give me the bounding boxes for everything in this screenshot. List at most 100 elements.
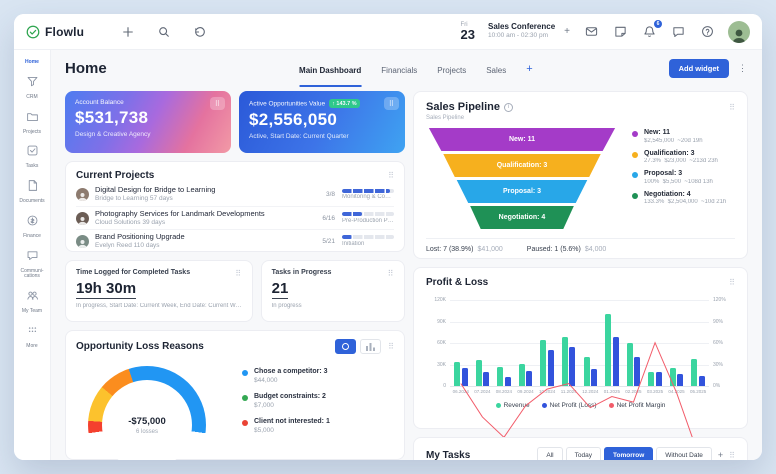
task-filter-tomorrow[interactable]: Tomorrow	[604, 447, 653, 460]
chart-legend-item[interactable]: Revenue	[496, 402, 530, 409]
project-stage-label: Monitoring & Cont…	[342, 194, 394, 200]
loss-gauge-chart[interactable]: -$75,000 6 losses	[76, 360, 226, 452]
more-options-icon[interactable]: ⋮	[738, 63, 748, 74]
chat-icon[interactable]	[670, 24, 686, 40]
sidebar-item-home[interactable]: Home	[14, 54, 50, 71]
legend-stats: 100% $5,500 ~108d 13h	[644, 179, 713, 185]
drag-handle-icon[interactable]: ⠿	[383, 267, 398, 280]
add-widget-button[interactable]: Add widget	[669, 59, 729, 78]
task-filter-today[interactable]: Today	[566, 447, 601, 460]
project-row[interactable]: Digital Design for Bridge to LearningBri…	[76, 183, 394, 206]
bar-group[interactable]	[584, 300, 598, 386]
legend-label: New: 11	[644, 129, 703, 136]
profit-loss-chart[interactable]: 120K120%90K90%60K60%30K30%00%	[450, 300, 709, 386]
card-title: Opportunity Loss Reasons	[76, 341, 204, 352]
legend-dot	[242, 370, 248, 376]
pipeline-legend-item[interactable]: New: 11$2,545,000 ~20d 19h	[632, 129, 735, 144]
account-balance-card[interactable]: Account Balance $531,738 Design & Creati…	[65, 91, 231, 153]
tab-projects[interactable]: Projects	[437, 53, 466, 87]
chart-legend-item[interactable]: Net Profit (Loss)	[542, 402, 597, 409]
project-title: Brand Positioning Upgrade	[95, 232, 316, 242]
pipeline-legend-item[interactable]: Negotiation: 4133.3% $2,504,000 ~10d 21h	[632, 191, 735, 206]
info-icon[interactable]: i	[504, 103, 513, 112]
drag-handle-icon[interactable]: ⠿	[384, 97, 399, 110]
bar-group[interactable]	[648, 300, 662, 386]
drag-handle-icon[interactable]: ⠿	[729, 451, 735, 460]
bar-group[interactable]	[540, 300, 554, 386]
bar-group[interactable]	[519, 300, 533, 386]
tab-financials[interactable]: Financials	[381, 53, 417, 87]
loss-legend-item[interactable]: Chose a competitor: 3$44,000	[242, 368, 394, 384]
drag-handle-icon[interactable]: ⠿	[388, 171, 394, 180]
bar-group[interactable]	[670, 300, 684, 386]
mail-icon[interactable]	[583, 24, 599, 40]
sidebar-item-communi-cations[interactable]: Communi- cations	[14, 245, 50, 286]
more-icon	[26, 324, 39, 342]
sidebar-item-tasks[interactable]: Tasks	[14, 140, 50, 175]
drag-handle-icon[interactable]: ⠿	[729, 278, 735, 287]
bar-revenue	[648, 372, 654, 386]
sidebar-item-projects[interactable]: Projects	[14, 106, 50, 141]
bar-group[interactable]	[497, 300, 511, 386]
donut-view-toggle[interactable]	[335, 339, 356, 354]
drag-handle-icon[interactable]: ⠿	[210, 97, 225, 110]
bar-view-toggle[interactable]	[360, 339, 381, 354]
growth-badge: ↑ 143.7 %	[329, 99, 359, 108]
y-axis-label-right: 30%	[713, 362, 735, 368]
bar-group[interactable]	[562, 300, 576, 386]
sidebar-item-crm[interactable]: CRM	[14, 71, 50, 106]
calendar-date[interactable]: Fri 23	[461, 22, 475, 41]
drag-handle-icon[interactable]: ⠿	[231, 267, 246, 280]
bar-group[interactable]	[605, 300, 619, 386]
loss-legend-item[interactable]: Budget constraints: 2$7,000	[242, 393, 394, 409]
card-caption: In progress, Start Date: Current Week, E…	[76, 303, 242, 309]
user-avatar[interactable]	[728, 21, 750, 43]
legend-text: New: 11$2,545,000 ~20d 19h	[644, 129, 703, 144]
drag-handle-icon[interactable]: ⠿	[388, 342, 394, 351]
legend-text: Client not interested: 1$5,000	[254, 418, 330, 434]
bar-group[interactable]	[454, 300, 468, 386]
project-row[interactable]: Brand Positioning UpgradeEvelyn Reed 110…	[76, 229, 394, 252]
project-row[interactable]: Photography Services for Landmark Develo…	[76, 206, 394, 229]
notes-icon[interactable]	[612, 24, 628, 40]
task-filter-without-date[interactable]: Without Date	[656, 447, 712, 460]
help-icon[interactable]	[699, 24, 715, 40]
task-filter-all[interactable]: All	[537, 447, 562, 460]
x-axis-label: 03.2025	[644, 389, 666, 394]
bar-net-profit-loss-	[483, 372, 489, 386]
kpi-value: $2,556,050	[249, 110, 395, 130]
bar-revenue	[605, 314, 611, 386]
project-progress: Monitoring & Cont…	[342, 189, 394, 201]
opportunities-value-card[interactable]: Active Opportunities Value↑ 143.7 % $2,5…	[239, 91, 405, 153]
create-plus-icon[interactable]	[120, 24, 136, 40]
add-tab-plus-icon[interactable]: +	[526, 53, 532, 87]
sidebar-item-more[interactable]: More	[14, 320, 50, 355]
funnel-stage-2[interactable]: Qualification: 3	[426, 154, 618, 177]
app-logo[interactable]: Flowlu	[26, 25, 84, 39]
add-event-plus-icon[interactable]: +	[564, 26, 570, 37]
notifications-bell-icon[interactable]: 6	[641, 24, 657, 40]
add-filter-plus-icon[interactable]: +	[718, 450, 723, 460]
time-logged-card[interactable]: Time Logged for Completed Tasks 19h 30m …	[65, 260, 253, 322]
tab-sales[interactable]: Sales	[486, 53, 506, 87]
bar-group[interactable]	[627, 300, 641, 386]
bar-net-profit-loss-	[591, 369, 597, 386]
pipeline-legend-item[interactable]: Proposal: 3100% $5,500 ~108d 13h	[632, 170, 735, 185]
search-icon[interactable]	[156, 24, 172, 40]
tab-main-dashboard[interactable]: Main Dashboard	[299, 53, 361, 87]
calendar-event[interactable]: Sales Conference 10:00 am - 02:30 pm	[488, 22, 555, 40]
chart-legend-item[interactable]: Net Profit Margin	[609, 402, 666, 409]
sidebar-item-finance[interactable]: Finance	[14, 210, 50, 245]
funnel-stage-3[interactable]: Proposal: 3	[426, 180, 618, 203]
pipeline-legend-item[interactable]: Qualification: 327.3% $23,000 ~213d 23h	[632, 150, 735, 165]
bar-group[interactable]	[691, 300, 705, 386]
tasks-in-progress-card[interactable]: Tasks in Progress 21 In progress ⠿	[261, 260, 405, 322]
bar-group[interactable]	[476, 300, 490, 386]
sidebar-item-my-team[interactable]: My Team	[14, 285, 50, 320]
loss-legend-item[interactable]: Client not interested: 1$5,000	[242, 418, 394, 434]
funnel-stage-1[interactable]: New: 11	[426, 128, 618, 151]
history-icon[interactable]	[192, 24, 208, 40]
sidebar-item-documents[interactable]: Documents	[14, 175, 50, 210]
drag-handle-icon[interactable]: ⠿	[729, 103, 735, 112]
funnel-stage-4[interactable]: Negotiation: 4	[426, 206, 618, 229]
